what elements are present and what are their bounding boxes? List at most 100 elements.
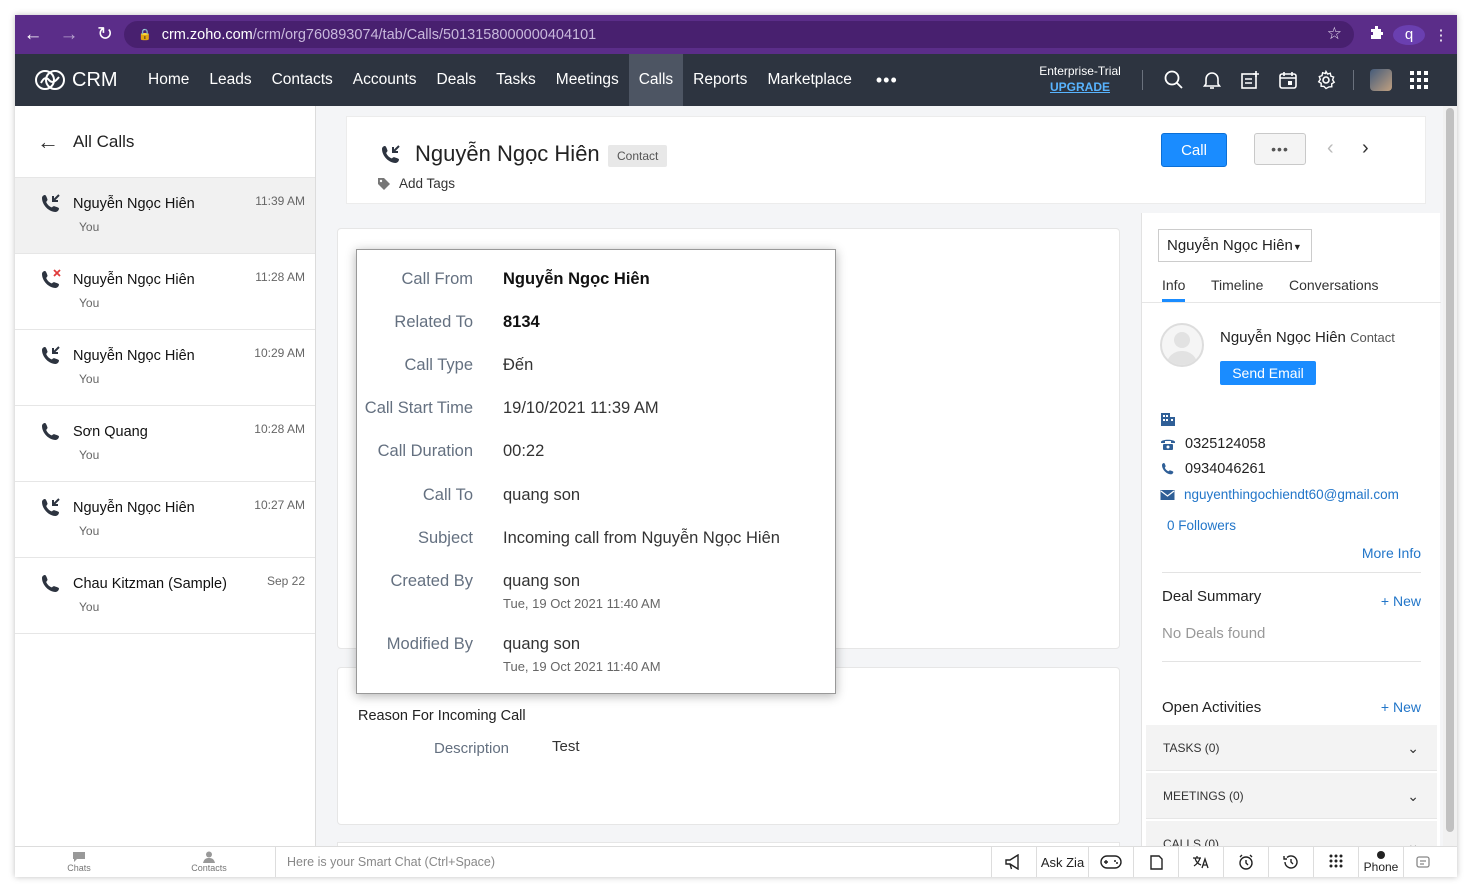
nav-meetings[interactable]: Meetings bbox=[546, 54, 629, 106]
next-record-icon[interactable]: › bbox=[1362, 137, 1369, 160]
scrollbar[interactable] bbox=[1443, 106, 1457, 846]
nav-calls[interactable]: Calls bbox=[628, 54, 684, 106]
no-deals-text: No Deals found bbox=[1162, 625, 1266, 642]
contact-type-text: Contact bbox=[1350, 330, 1395, 345]
incoming-call-icon bbox=[379, 143, 403, 172]
history-icon[interactable] bbox=[1269, 846, 1314, 877]
tab-conversations[interactable]: Conversations bbox=[1289, 277, 1379, 293]
phone-button[interactable]: Phone bbox=[1359, 846, 1404, 877]
open-activities-title: Open Activities bbox=[1162, 699, 1262, 716]
gear-icon[interactable] bbox=[1307, 70, 1345, 90]
user-avatar[interactable] bbox=[1362, 69, 1400, 91]
tasks-label: TASKS (0) bbox=[1163, 741, 1220, 755]
extensions-icon[interactable] bbox=[1361, 25, 1393, 45]
contact-name[interactable]: Nguyễn Ngọc Hiên Contact bbox=[1220, 329, 1395, 346]
tab-timeline[interactable]: Timeline bbox=[1211, 277, 1263, 293]
mail-icon bbox=[1160, 489, 1175, 500]
smart-chat-input[interactable]: Here is your Smart Chat (Ctrl+Space) bbox=[275, 846, 992, 877]
field-value[interactable]: 8134 bbox=[503, 313, 540, 332]
new-deal-link[interactable]: + New bbox=[1381, 593, 1421, 609]
send-email-button[interactable]: Send Email bbox=[1220, 361, 1316, 385]
search-icon[interactable] bbox=[1155, 70, 1193, 90]
call-list-item[interactable]: Nguyễn Ngọc Hiên You 11:39 AM bbox=[15, 178, 315, 254]
field-value: quang son bbox=[503, 572, 581, 590]
nav-accounts[interactable]: Accounts bbox=[343, 54, 427, 106]
more-info-link[interactable]: More Info bbox=[1362, 545, 1421, 561]
call-list-item[interactable]: Chau Kitzman (Sample) You Sep 22 bbox=[15, 558, 315, 634]
nav-contacts[interactable]: Contacts bbox=[262, 54, 343, 106]
notes-icon[interactable] bbox=[1134, 846, 1179, 877]
nav-tasks[interactable]: Tasks bbox=[486, 54, 546, 106]
phone-value[interactable]: 0325124058 bbox=[1185, 436, 1266, 452]
call-list-item[interactable]: Sơn Quang You 10:28 AM bbox=[15, 406, 315, 482]
crm-logo[interactable]: CRM bbox=[34, 69, 138, 92]
incoming-call-icon bbox=[39, 496, 63, 525]
nav-leads[interactable]: Leads bbox=[199, 54, 261, 106]
support-icon[interactable] bbox=[1404, 847, 1442, 878]
quick-create-icon[interactable] bbox=[1231, 70, 1269, 90]
calendar-icon[interactable] bbox=[1269, 70, 1307, 90]
scrollbar-thumb[interactable] bbox=[1446, 108, 1454, 832]
phone-label: Phone bbox=[1363, 860, 1399, 874]
call-list-item[interactable]: Nguyễn Ngọc Hiên You 11:28 AM bbox=[15, 254, 315, 330]
profile-avatar[interactable]: q bbox=[1393, 24, 1425, 45]
back-arrow-icon[interactable]: ← bbox=[15, 24, 51, 46]
upgrade-link[interactable]: UPGRADE bbox=[1027, 79, 1133, 95]
add-tags-link[interactable]: Add Tags bbox=[377, 176, 455, 191]
more-actions-button[interactable]: ••• bbox=[1254, 133, 1306, 165]
field-label: Related To bbox=[394, 313, 473, 331]
apps-grid-icon[interactable] bbox=[1400, 71, 1438, 89]
call-list-item[interactable]: Nguyễn Ngọc Hiên You 10:29 AM bbox=[15, 330, 315, 406]
call-button[interactable]: Call bbox=[1161, 133, 1227, 167]
mobile-value[interactable]: 0934046261 bbox=[1185, 461, 1266, 477]
chats-label: Chats bbox=[67, 863, 91, 873]
chats-button[interactable]: Chats bbox=[15, 847, 143, 878]
field-timestamp: Tue, 19 Oct 2021 11:40 AM bbox=[503, 596, 661, 611]
contact-selector[interactable]: Nguyễn Ngọc Hiên▼ bbox=[1158, 229, 1312, 262]
nav-reports[interactable]: Reports bbox=[683, 54, 757, 106]
forward-arrow-icon[interactable]: → bbox=[51, 24, 87, 46]
browser-menu-icon[interactable]: ⋮ bbox=[1425, 26, 1457, 44]
ask-zia-button[interactable]: Ask Zia bbox=[1037, 846, 1089, 877]
nav-more-icon[interactable]: ••• bbox=[862, 70, 912, 91]
call-owner: You bbox=[79, 296, 100, 310]
call-contact-name: Nguyễn Ngọc Hiên bbox=[73, 272, 195, 288]
bell-icon[interactable] bbox=[1193, 70, 1231, 90]
incoming-call-icon bbox=[39, 344, 63, 373]
back-arrow-icon[interactable]: ← bbox=[37, 129, 59, 155]
address-bar[interactable]: 🔒 crm.zoho.com/crm/org760893074/tab/Call… bbox=[124, 21, 1354, 48]
contact-selector-value: Nguyễn Ngọc Hiên bbox=[1167, 237, 1293, 254]
description-value[interactable]: Test bbox=[552, 738, 580, 755]
app-window: ← → ↻ 🔒 crm.zoho.com/crm/org760893074/ta… bbox=[15, 15, 1457, 877]
email-link[interactable]: nguyenthingochiendt60@gmail.com bbox=[1184, 487, 1399, 502]
meetings-accordion[interactable]: MEETINGS (0) ⌄ bbox=[1146, 773, 1437, 819]
call-time: Sep 22 bbox=[266, 574, 305, 588]
previous-record-icon[interactable]: ‹ bbox=[1327, 137, 1334, 160]
alarm-icon[interactable] bbox=[1224, 846, 1269, 877]
followers-link[interactable]: 0 Followers bbox=[1167, 518, 1236, 533]
reload-icon[interactable]: ↻ bbox=[87, 23, 123, 46]
tasks-accordion[interactable]: TASKS (0) ⌄ bbox=[1146, 725, 1437, 771]
field-value: 19/10/2021 11:39 AM bbox=[503, 399, 659, 417]
field-value: Incoming call from Nguyễn Ngọc Hiên bbox=[503, 529, 780, 547]
new-activity-link[interactable]: + New bbox=[1381, 699, 1421, 715]
right-tabs: Info Timeline Conversations bbox=[1142, 273, 1441, 303]
nav-deals[interactable]: Deals bbox=[427, 54, 487, 106]
field-value: quang son bbox=[503, 635, 581, 653]
announcement-icon[interactable] bbox=[992, 846, 1037, 877]
translate-icon[interactable] bbox=[1179, 846, 1224, 877]
contacts-button[interactable]: Contacts bbox=[143, 847, 275, 878]
field-label: Call To bbox=[422, 486, 473, 504]
dialpad-icon[interactable] bbox=[1314, 846, 1359, 877]
call-list-item[interactable]: Nguyễn Ngọc Hiên You 10:27 AM bbox=[15, 482, 315, 558]
nav-home[interactable]: Home bbox=[138, 54, 199, 106]
bookmark-star-icon[interactable]: ☆ bbox=[1327, 24, 1342, 44]
page-title: Nguyễn Ngọc Hiên bbox=[415, 141, 600, 166]
field-value[interactable]: Nguyễn Ngọc Hiên bbox=[503, 270, 650, 289]
gamepad-icon[interactable] bbox=[1089, 846, 1134, 877]
nav-marketplace[interactable]: Marketplace bbox=[757, 54, 861, 106]
divider bbox=[1162, 572, 1421, 573]
all-calls-header[interactable]: ← All Calls bbox=[15, 106, 315, 178]
email-line: nguyenthingochiendt60@gmail.com bbox=[1160, 487, 1399, 502]
tab-info[interactable]: Info bbox=[1162, 277, 1186, 302]
